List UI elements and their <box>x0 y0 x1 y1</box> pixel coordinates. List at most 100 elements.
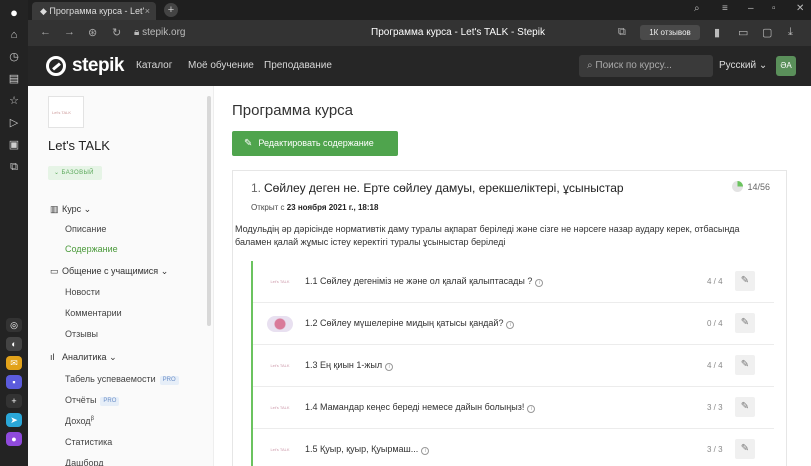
module-number: 1. <box>251 181 262 195</box>
player-icon[interactable]: ▷ <box>7 116 21 130</box>
nav-catalog[interactable]: Каталог <box>136 60 172 71</box>
sidebar-item-reviews[interactable]: Отзывы <box>65 329 98 339</box>
whatsapp-icon[interactable]: ◐ <box>6 337 22 351</box>
beta-mark: β <box>90 416 95 422</box>
course-thumbnail[interactable]: Let's TALK <box>48 96 84 128</box>
tab-close-icon[interactable]: × <box>145 2 150 20</box>
tabs-icon[interactable]: ▣ <box>7 138 21 152</box>
mail-icon[interactable]: ✉ <box>6 356 22 370</box>
pro-badge: PRO <box>159 376 179 385</box>
page-title-display: Программа курса - Let's TALK - Stepik <box>371 27 545 38</box>
wallet-icon[interactable]: ▢ <box>762 26 772 39</box>
sidebar-section-label: Общение с учащимися <box>62 266 159 276</box>
url-field[interactable]: 🔒︎ stepik.org <box>134 27 185 38</box>
history-icon[interactable]: ◷ <box>7 50 21 64</box>
pinboard-icon[interactable]: ▤ <box>7 72 21 86</box>
info-icon[interactable]: i <box>506 321 515 329</box>
stepik-logo-text: stepik <box>72 55 124 76</box>
lesson-title[interactable]: 1.3 Ең қиын 1-жыл i <box>305 360 394 371</box>
tab-title: Программа курса - Let' <box>49 6 145 16</box>
close-window-icon[interactable]: ✕ <box>796 3 804 14</box>
add-app-icon[interactable]: + <box>6 394 22 408</box>
pencil-icon: ✎ <box>244 138 253 149</box>
bookmark-icon[interactable]: ▮ <box>714 26 720 39</box>
sidebar-item-gradebook[interactable]: Табель успеваемости PRO <box>65 374 179 385</box>
stepik-logo[interactable]: stepik <box>46 55 124 77</box>
new-tab-button[interactable]: + <box>164 3 178 17</box>
battery-icon[interactable]: ▭ <box>738 26 748 39</box>
bookmarks-icon[interactable]: ☆ <box>7 94 21 108</box>
edit-lesson-icon[interactable]: ✎ <box>735 271 755 291</box>
minimize-icon[interactable]: – <box>748 3 754 14</box>
lesson-row[interactable]: Let's TALK 1.1 Сөйлеу дегеніміз не және … <box>253 261 774 303</box>
sidebar-item-description[interactable]: Описание <box>65 224 106 234</box>
lock-icon: 🔒︎ <box>134 27 143 38</box>
chevron-down-icon: ⌄ <box>83 204 92 214</box>
course-search-input[interactable]: ⌕ Поиск по курсу... <box>579 55 713 77</box>
sidebar-item-reports[interactable]: Отчёты PRO <box>65 395 120 406</box>
edit-content-button[interactable]: ✎ Редактировать содержание <box>232 131 398 156</box>
lesson-title[interactable]: 1.2 Сөйлеу мүшелеріне мидың қатысы қанда… <box>305 318 515 329</box>
lesson-score: 0 / 4 <box>707 319 723 328</box>
telegram-icon[interactable]: ➤ <box>6 413 22 427</box>
sidebar-item-income[interactable]: Доходβ <box>65 416 94 426</box>
app-icon[interactable]: ▪ <box>6 375 22 389</box>
module-header: 1. Сөйлеу деген не. Ерте сөйлеу дамуы, ер… <box>233 171 786 261</box>
edit-lesson-icon[interactable]: ✎ <box>735 355 755 375</box>
speed-dial-icon[interactable]: ⌂ <box>7 28 21 42</box>
info-icon[interactable]: i <box>385 363 394 371</box>
progress-pie-icon <box>732 181 744 192</box>
maximize-icon[interactable]: ▫ <box>772 3 776 14</box>
lesson-title[interactable]: 1.4 Мамандар кеңес береді немесе дайын б… <box>305 402 536 413</box>
sidebar-apps: ◎ ◐ ✉ ▪ + ➤ ● <box>6 318 22 446</box>
vpn-icon[interactable]: ⊛ <box>88 26 97 39</box>
lesson-row[interactable]: Let's TALK 1.5 Қуыр, қуыр, Қуырмаш... i 3… <box>253 429 774 466</box>
browser-tab[interactable]: ◆ Программа курса - Let' × <box>32 2 156 20</box>
easy-setup-icon[interactable]: ≡ <box>722 3 728 14</box>
search-tabs-icon[interactable]: ⌕ <box>694 3 700 14</box>
sidebar-section-course[interactable]: ▥ Курс ⌄ <box>50 204 91 215</box>
sidebar-item-dashboard[interactable]: Дашборд <box>65 458 104 466</box>
copy-link-icon[interactable]: ⧉ <box>618 26 626 39</box>
sidebar-scrollbar[interactable] <box>207 96 211 326</box>
lesson-score: 3 / 3 <box>707 403 723 412</box>
edit-lesson-icon[interactable]: ✎ <box>735 397 755 417</box>
user-avatar[interactable]: ӘА <box>776 56 796 76</box>
sidebar-item-news[interactable]: Новости <box>65 287 100 297</box>
sidebar-section-communication[interactable]: ▭ Общение с учащимися ⌄ <box>50 266 168 277</box>
info-icon[interactable]: i <box>527 405 536 413</box>
info-icon[interactable]: i <box>421 447 430 455</box>
lesson-row[interactable]: Let's TALK 1.3 Ең қиын 1-жыл i 4 / 4 ✎ <box>253 345 774 387</box>
lesson-thumbnail: Let's TALK <box>270 447 290 452</box>
course-thumbnail-text: Let's TALK <box>52 110 72 115</box>
lesson-title[interactable]: 1.1 Сөйлеу дегеніміз не және ол қалай қа… <box>305 276 544 287</box>
lesson-row[interactable]: 1.2 Сөйлеу мүшелеріне мидың қатысы қанда… <box>253 303 774 345</box>
lesson-title[interactable]: 1.5 Қуыр, қуыр, Қуырмаш... i <box>305 444 430 455</box>
sidebar-item-label: Доход <box>65 416 91 426</box>
language-select[interactable]: Русский ⌄ <box>719 60 767 71</box>
lesson-score: 4 / 4 <box>707 361 723 370</box>
messenger-icon[interactable]: ● <box>6 432 22 446</box>
reviews-badge[interactable]: 1К отзывов <box>640 25 700 40</box>
forward-icon[interactable]: → <box>64 26 75 38</box>
sidebar-item-statistics[interactable]: Статистика <box>65 437 112 447</box>
lesson-row[interactable]: Let's TALK 1.4 Мамандар кеңес береді нем… <box>253 387 774 429</box>
nav-my-learning[interactable]: Моё обучение <box>188 60 254 71</box>
edit-lesson-icon[interactable]: ✎ <box>735 313 755 333</box>
reload-icon[interactable]: ↻ <box>112 26 121 39</box>
info-icon[interactable]: i <box>535 279 544 287</box>
download-icon[interactable]: ⤓ <box>788 26 793 39</box>
module-title[interactable]: 1. Сөйлеу деген не. Ерте сөйлеу дамуы, ер… <box>251 181 624 195</box>
back-icon[interactable]: ← <box>40 26 51 38</box>
sidebar-item-contents[interactable]: Содержание <box>65 244 118 254</box>
workspaces-icon[interactable]: ⧉ <box>7 160 21 174</box>
edit-lesson-icon[interactable]: ✎ <box>735 439 755 459</box>
opera-menu-icon[interactable]: ● <box>7 6 21 20</box>
sidebar-section-label: Аналитика <box>62 352 107 362</box>
aria-icon[interactable]: ◎ <box>6 318 22 332</box>
course-title[interactable]: Let's TALK <box>48 138 110 153</box>
sidebar-item-comments[interactable]: Комментарии <box>65 308 122 318</box>
chevron-down-icon: ⌄ <box>160 266 169 276</box>
sidebar-section-analytics[interactable]: ıl Аналитика ⌄ <box>50 352 117 363</box>
nav-teaching[interactable]: Преподавание <box>264 60 332 71</box>
